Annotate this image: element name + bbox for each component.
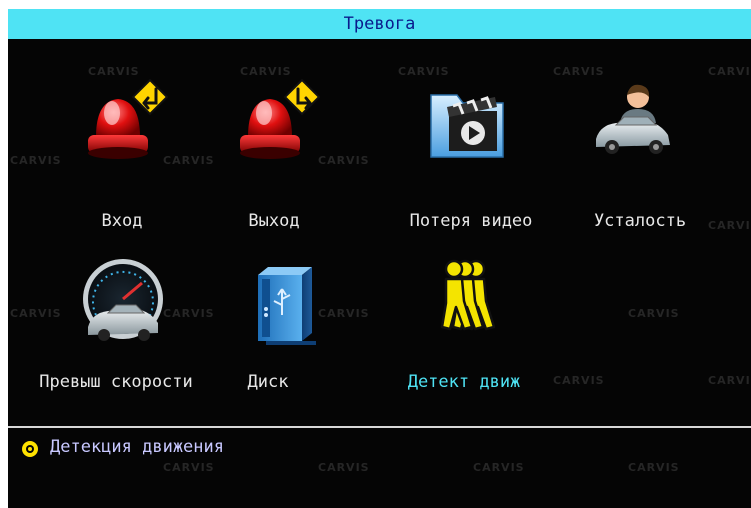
- watermark: CARVIS: [473, 461, 525, 474]
- video-loss-icon: [425, 77, 515, 167]
- menu-item-overspeed[interactable]: Превыш скорости: [39, 247, 202, 407]
- alarm-menu-screen: Тревога CARVIS CARVIS CARVIS CARVIS CARV…: [8, 9, 751, 508]
- menu-item-label: Усталость: [593, 211, 687, 231]
- divider: [8, 426, 751, 428]
- menu-item-video-loss[interactable]: Потеря видео: [391, 49, 551, 239]
- alarm-input-icon: [78, 78, 169, 169]
- disk-icon: [244, 261, 334, 351]
- menu-item-disk[interactable]: Диск: [208, 247, 368, 407]
- menu-item-label: Потеря видео: [409, 211, 533, 231]
- alarm-output-icon: [230, 78, 321, 169]
- watermark: CARVIS: [318, 461, 370, 474]
- page-title: Тревога: [8, 9, 751, 39]
- motion-detect-icon: [424, 257, 514, 347]
- menu-item-motion-detect[interactable]: Детект движ: [384, 247, 544, 407]
- watermark: CARVIS: [628, 307, 680, 320]
- menu-item-fatigue[interactable]: Усталость: [560, 49, 720, 239]
- watermark: CARVIS: [628, 461, 680, 474]
- menu-item-label: Диск: [247, 372, 289, 392]
- fatigue-icon: [590, 79, 680, 169]
- menu-item-alarm-input[interactable]: Вход: [42, 49, 202, 239]
- watermark: CARVIS: [163, 461, 215, 474]
- status-description: Детекция движения: [50, 437, 224, 457]
- speedometer-icon: [78, 257, 168, 347]
- watermark: CARVIS: [708, 374, 751, 387]
- menu-item-label: Выход: [248, 211, 300, 231]
- status-bullet-icon: [22, 441, 38, 457]
- menu-item-alarm-output[interactable]: Выход: [194, 49, 354, 239]
- menu-item-label: Детект движ: [407, 372, 521, 392]
- menu-item-label: Вход: [101, 211, 143, 231]
- watermark: CARVIS: [553, 374, 605, 387]
